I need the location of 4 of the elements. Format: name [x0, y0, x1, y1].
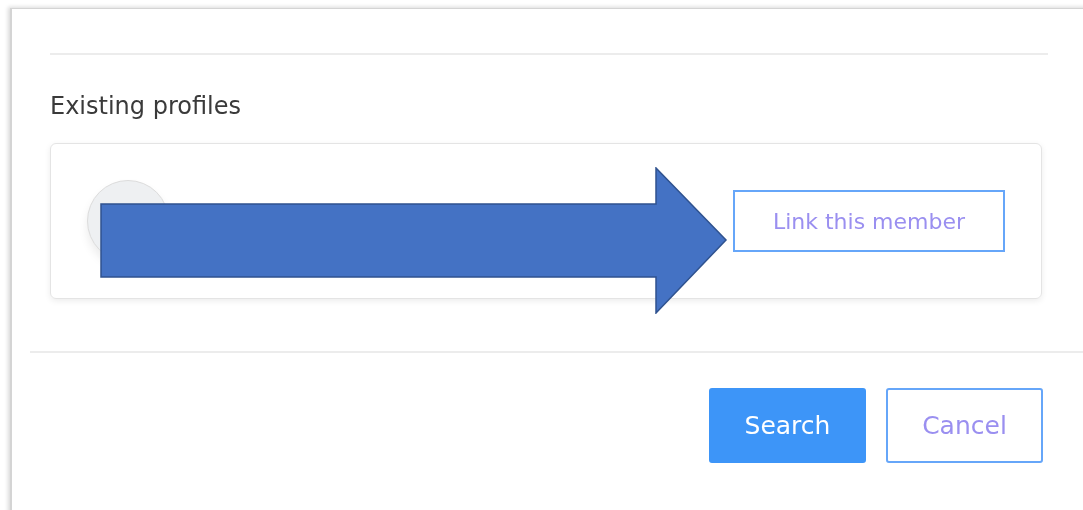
search-button[interactable]: Search [709, 388, 866, 463]
section-heading: Existing profiles [50, 91, 241, 122]
cancel-button[interactable]: Cancel [886, 388, 1043, 463]
link-member-button[interactable]: Link this member [733, 190, 1005, 252]
